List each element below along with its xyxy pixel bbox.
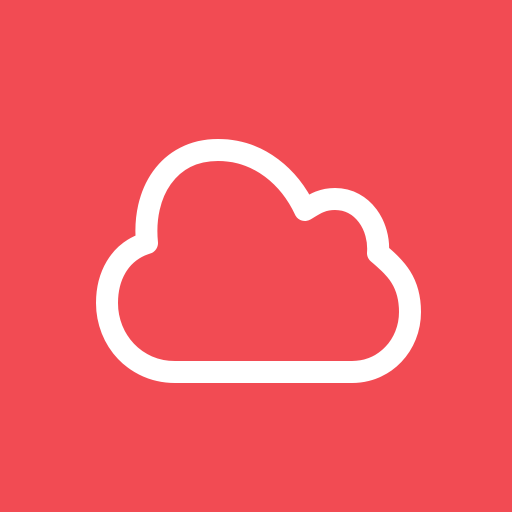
- app-icon: [0, 0, 512, 512]
- app-icon-graphic: [0, 0, 512, 512]
- icon-background: [0, 0, 512, 512]
